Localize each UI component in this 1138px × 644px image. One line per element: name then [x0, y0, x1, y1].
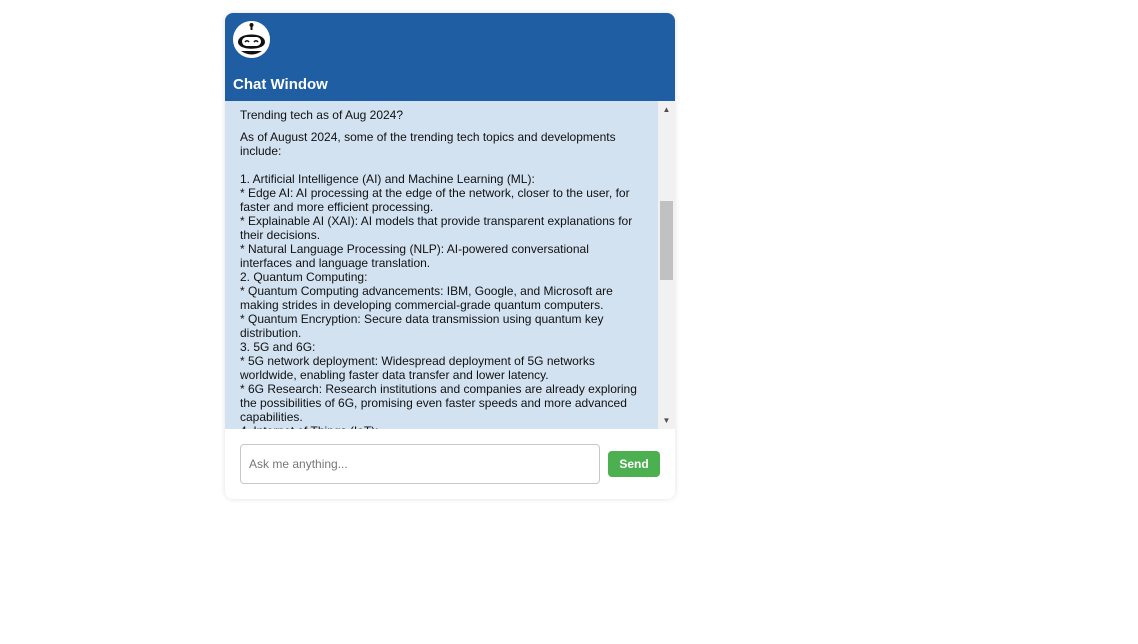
chat-input[interactable]	[240, 444, 600, 484]
message-area[interactable]: Trending tech as of Aug 2024? As of Augu…	[225, 101, 675, 429]
scrollbar[interactable]: ▲ ▼	[658, 101, 675, 429]
scroll-down-arrow-icon[interactable]: ▼	[658, 412, 675, 429]
messages-content: Trending tech as of Aug 2024? As of Augu…	[225, 101, 658, 429]
scroll-thumb[interactable]	[660, 201, 673, 280]
scroll-up-arrow-icon[interactable]: ▲	[658, 101, 675, 118]
input-area: Send	[225, 429, 675, 499]
bot-message: As of August 2024, some of the trending …	[240, 130, 637, 429]
user-message: Trending tech as of Aug 2024?	[240, 108, 404, 122]
chat-window: Chat Window Trending tech as of Aug 2024…	[225, 13, 675, 499]
send-button[interactable]: Send	[608, 451, 660, 477]
robot-icon	[233, 21, 270, 58]
chat-header: Chat Window	[225, 13, 675, 101]
chat-title: Chat Window	[233, 76, 328, 93]
